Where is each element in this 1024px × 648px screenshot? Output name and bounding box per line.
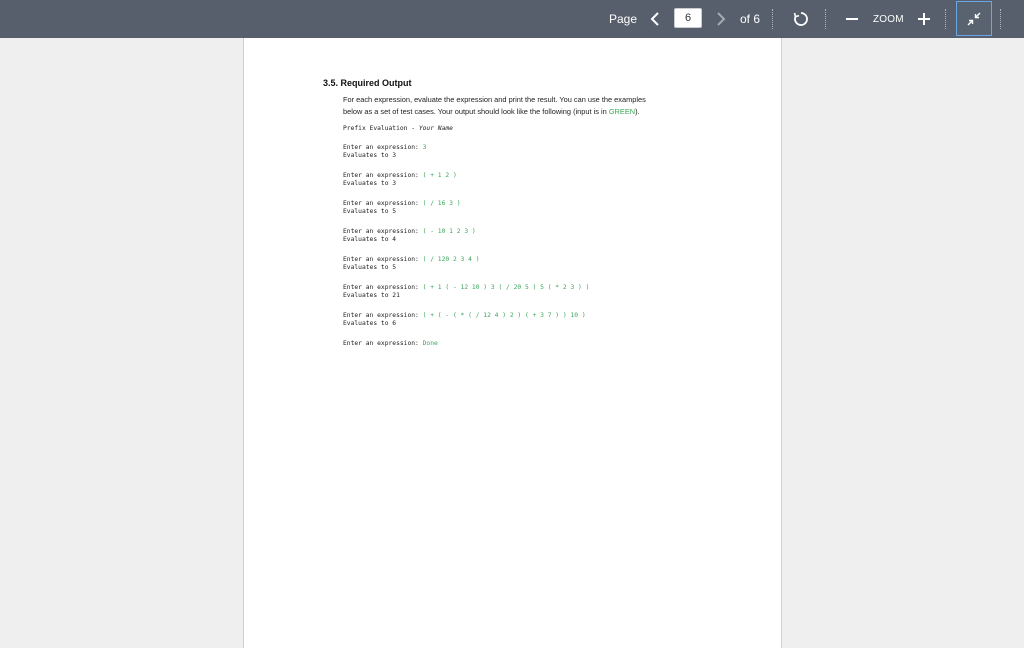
sample-prompt: Enter an expression: ( + 1 2 ): [343, 172, 457, 179]
pdf-page: 3.5. Required Output For each expression…: [243, 38, 782, 648]
sample-prompt: Enter an expression: ( / 16 3 ): [343, 200, 461, 207]
prev-page-button[interactable]: [645, 0, 665, 38]
sample-result: Evaluates to 6: [343, 320, 397, 327]
prompt-text: Enter an expression:: [343, 200, 423, 207]
next-page-button[interactable]: [711, 0, 731, 38]
final-input: Done: [422, 340, 438, 347]
chevron-right-icon: [717, 12, 726, 26]
prompt-text: Enter an expression:: [343, 228, 423, 235]
zoom-label: ZOOM: [873, 13, 904, 25]
zoom-out-button[interactable]: [843, 0, 861, 38]
sample-input: ( + 1 ( - 12 10 ) 3 ( / 20 5 ) 5 ( * 2 3…: [422, 284, 590, 291]
prompt-text: Enter an expression:: [343, 144, 423, 151]
sample-input: ( / 16 3 ): [422, 200, 461, 207]
sample-input: ( - 10 1 2 3 ): [422, 228, 476, 235]
section-heading: 3.5. Required Output: [323, 78, 412, 88]
page-label: Page: [609, 12, 638, 26]
instructions-paragraph: For each expression, evaluate the expres…: [343, 94, 723, 118]
chevron-left-icon: [650, 12, 659, 26]
rotate-button[interactable]: [789, 0, 813, 38]
title-name: Your Name: [418, 125, 453, 132]
sample-result: Evaluates to 3: [343, 152, 397, 159]
sample-result: Evaluates to 4: [343, 236, 397, 243]
prompt-text: Enter an expression:: [343, 256, 423, 263]
toolbar-divider: [1000, 9, 1001, 29]
sample-prompt: Enter an expression: ( + ( - ( * ( / 12 …: [343, 312, 586, 319]
sample-result: Evaluates to 21: [343, 292, 400, 299]
toolbar-divider: [825, 9, 826, 29]
para-line-2: below as a set of test cases. Your outpu…: [343, 107, 609, 116]
green-word: GREEN: [608, 107, 636, 116]
minus-icon: [846, 18, 858, 20]
sample-input: ( + ( - ( * ( / 12 4 ) 2 ) ( + 3 7 ) ) 1…: [422, 312, 586, 319]
zoom-in-button[interactable]: [915, 0, 933, 38]
output-title: Prefix Evaluation - Your Name: [343, 125, 453, 132]
sample-prompt: Enter an expression: 3: [343, 144, 426, 151]
sample-prompt: Enter an expression: ( - 10 1 2 3 ): [343, 228, 476, 235]
para-line-2-end: ).: [635, 107, 640, 116]
sample-input: ( + 1 2 ): [422, 172, 457, 179]
sample-input: ( / 120 2 3 4 ): [422, 256, 480, 263]
prompt-text: Enter an expression:: [343, 172, 423, 179]
collapse-icon: [967, 12, 981, 25]
final-prompt: Enter an expression: Done: [343, 340, 438, 347]
page-count-label: of 6: [740, 12, 761, 26]
toolbar-divider: [772, 9, 773, 29]
sample-prompt: Enter an expression: ( + 1 ( - 12 10 ) 3…: [343, 284, 589, 291]
prompt-text: Enter an expression:: [343, 284, 423, 291]
sample-result: Evaluates to 5: [343, 208, 397, 215]
title-prefix: Prefix Evaluation -: [343, 125, 419, 132]
sample-result: Evaluates to 5: [343, 264, 397, 271]
plus-icon: [918, 13, 930, 25]
sample-prompt: Enter an expression: ( / 120 2 3 4 ): [343, 256, 480, 263]
page-number-input[interactable]: [674, 8, 702, 28]
sample-input: 3: [422, 144, 427, 151]
rotate-icon: [793, 12, 808, 26]
para-line-1: For each expression, evaluate the expres…: [343, 95, 646, 104]
toolbar-divider: [945, 9, 946, 29]
prompt-text: Enter an expression:: [343, 312, 423, 319]
pdf-toolbar: Page of 6 ZOOM: [0, 0, 1024, 38]
prompt-text: Enter an expression:: [343, 340, 423, 347]
sample-result: Evaluates to 3: [343, 180, 397, 187]
fit-page-button[interactable]: [956, 1, 992, 36]
